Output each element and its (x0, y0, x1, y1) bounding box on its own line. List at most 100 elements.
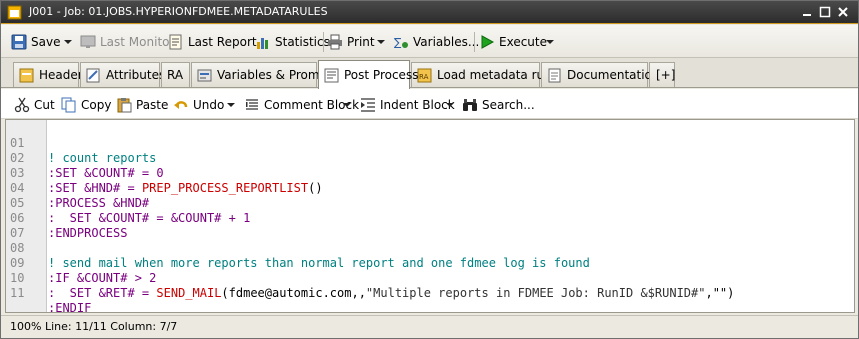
comment-block-button[interactable]: Comment Block (244, 96, 359, 113)
cut-label: Cut (34, 97, 55, 112)
code-text: : SET &RET# = SEND_MAIL(fdmee@automic.co… (48, 286, 734, 301)
tab-add-label: [+] (656, 68, 676, 82)
last-report-label: Last Report (188, 35, 257, 49)
expression-token: &RET# = (91, 286, 157, 300)
code-line: 08 ! send mail when more reports than no… (6, 226, 854, 270)
copy-label: Copy (81, 97, 112, 112)
save-dropdown-arrow[interactable] (64, 40, 72, 44)
tab-header[interactable]: Header (13, 62, 83, 87)
comment-block-icon (246, 98, 258, 110)
code-line: 04 :PROCESS &HND# (6, 166, 854, 210)
window-title: J001 - Job: 01.JOBS.HYPERIONFDMEE.METADA… (29, 5, 328, 18)
tab-attributes-label: Attributes (106, 68, 166, 82)
header-tab-icon (19, 68, 34, 82)
script-editor[interactable]: 01 ! count reports 02 :SET &COUNT# = 0 0… (5, 119, 855, 313)
execute-button[interactable]: Execute (479, 33, 547, 51)
attributes-tab-icon (86, 68, 100, 82)
last-monitor-button[interactable]: Last Monitor (80, 33, 174, 51)
undo-dropdown-arrow[interactable] (227, 103, 235, 107)
tab-header-label: Header (39, 68, 83, 82)
last-monitor-label: Last Monitor (100, 35, 175, 49)
tab-add[interactable]: [+] (649, 62, 675, 87)
close-icon[interactable] (837, 6, 849, 18)
documentation-tab-icon (548, 68, 561, 82)
undo-label: Undo (193, 97, 225, 112)
minimize-icon[interactable] (801, 6, 813, 18)
statistics-button[interactable]: Statistics (255, 33, 330, 51)
toolbar-separator (323, 32, 324, 52)
cut-button[interactable]: Cut (14, 96, 55, 113)
status-bar: 100% Line: 11/11 Column: 7/7 (1, 315, 858, 338)
main-toolbar: Save Last Monitor Last Report Statistics… (1, 25, 858, 58)
expression-token: ,"") (705, 286, 735, 300)
variables-icon: ∑ (394, 36, 408, 49)
print-dropdown-arrow[interactable] (377, 40, 385, 44)
svg-text:RA: RA (419, 73, 429, 81)
paste-icon (117, 97, 132, 112)
binoculars-icon (463, 98, 477, 111)
tab-load-metadata-rules[interactable]: RA Load metadata rules (411, 62, 561, 87)
code-line: 02 :SET &COUNT# = 0 (6, 136, 854, 180)
function-token: SEND_MAIL (156, 286, 222, 300)
variables-prompts-tab-icon (197, 69, 212, 81)
save-icon (11, 34, 27, 50)
search-label: Search... (482, 97, 535, 112)
tab-bar: Header Attributes RA Variables & Prompts (1, 58, 858, 89)
indent-block-button[interactable]: Indent Block (360, 96, 455, 113)
last-report-button[interactable]: Last Report (168, 33, 257, 51)
tab-post-process[interactable]: Post Process (318, 60, 418, 89)
execute-dropdown-arrow[interactable] (546, 40, 554, 44)
indent-block-dropdown-arrow[interactable] (446, 103, 454, 107)
post-process-tab-icon (324, 68, 339, 82)
code-text: :ENDIF (48, 301, 92, 313)
code-line: 06 :ENDPROCESS (6, 196, 854, 240)
play-icon (481, 35, 495, 49)
tab-variables-prompts[interactable]: Variables & Prompts (191, 62, 338, 87)
tab-ra[interactable]: RA (161, 62, 190, 87)
expression-token: (fdmee@automic.com,, (221, 286, 366, 300)
code-line: 01 ! count reports (6, 121, 854, 165)
keyword-token: :ENDIF (48, 301, 92, 313)
status-text: 100% Line: 11/11 Column: 7/7 (10, 320, 178, 333)
editor-toolbar: Cut Copy Paste Undo Comment Block Indent… (1, 89, 858, 119)
title-bar[interactable]: J001 - Job: 01.JOBS.HYPERIONFDMEE.METADA… (1, 1, 858, 24)
print-button[interactable]: Print (327, 33, 375, 51)
tab-ra-label: RA (167, 68, 184, 82)
load-metadata-tab-icon: RA (417, 68, 432, 82)
code-line: 03 :SET &HND# = PREP_PROCESS_REPORTLIST(… (6, 151, 854, 195)
tab-documentation[interactable]: Documentation (541, 62, 660, 87)
copy-icon (61, 97, 76, 112)
code-line: 11 :ENDIF (6, 271, 854, 312)
code-line: 10 : SET &RET# = SEND_MAIL(fdmee@automic… (6, 256, 854, 300)
code-line: 05 : SET &COUNT# = &COUNT# + 1 (6, 181, 854, 225)
code-line: 07 (6, 211, 854, 240)
copy-button[interactable]: Copy (61, 96, 111, 113)
search-button[interactable]: Search... (462, 96, 535, 113)
indent-block-label: Indent Block (380, 97, 455, 112)
print-label: Print (347, 35, 375, 49)
keyword-token: : SET (48, 286, 92, 300)
printer-icon (328, 34, 342, 50)
string-token: "Multiple reports in FDMEE Job: RunID &$… (365, 286, 706, 300)
tab-documentation-label: Documentation (567, 68, 660, 82)
code-line: 09 :IF &COUNT# > 2 (6, 241, 854, 285)
report-icon (169, 34, 182, 50)
statistics-icon (257, 38, 268, 49)
job-icon (7, 5, 22, 20)
variables-label: Variables... (413, 35, 480, 49)
save-button[interactable]: Save (11, 33, 60, 51)
paste-label: Paste (136, 97, 169, 112)
svg-text:∑: ∑ (394, 36, 402, 49)
comment-block-dropdown-arrow[interactable] (343, 103, 351, 107)
maximize-icon[interactable] (819, 6, 831, 18)
tab-attributes[interactable]: Attributes (80, 62, 165, 87)
save-label: Save (31, 35, 61, 49)
line-number: 11 (10, 286, 25, 300)
monitor-icon (80, 35, 96, 48)
undo-button[interactable]: Undo (173, 96, 224, 113)
variables-button[interactable]: ∑ Variables... (393, 33, 479, 51)
paste-button[interactable]: Paste (116, 96, 168, 113)
undo-icon (174, 100, 188, 109)
indent-block-icon (361, 97, 375, 112)
scissors-icon (14, 97, 30, 112)
